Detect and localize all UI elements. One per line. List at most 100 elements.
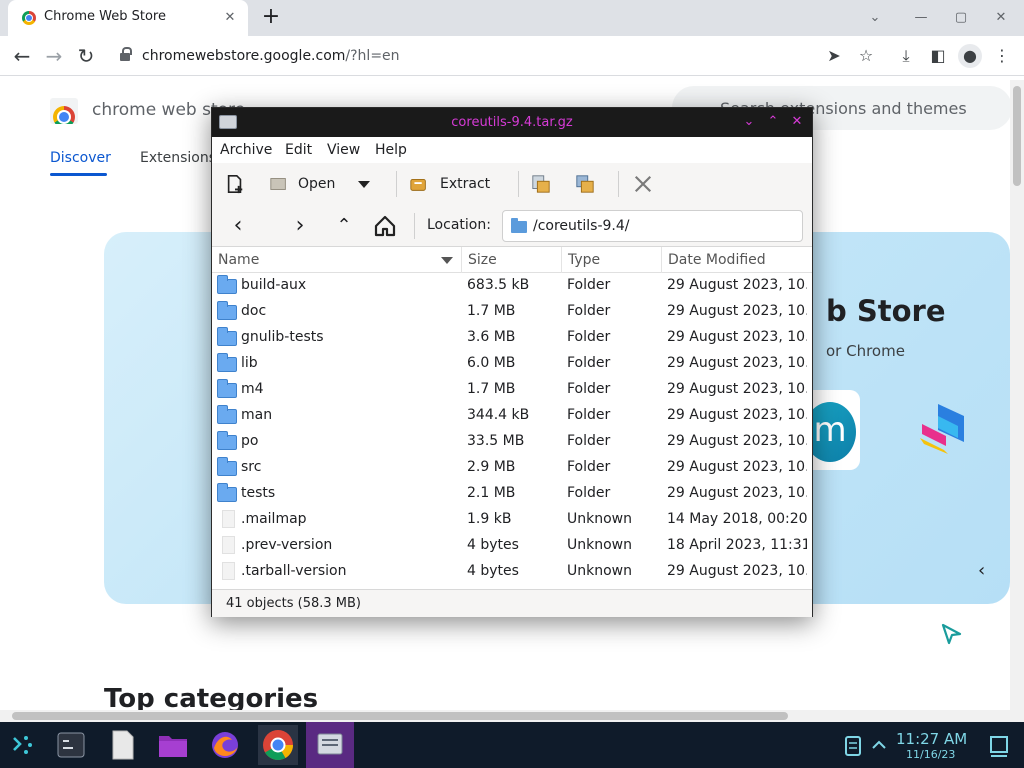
clock-time[interactable]: 11:27 AM	[896, 730, 967, 748]
file-row[interactable]: po 33.5 MB Folder 29 August 2023, 10…	[212, 429, 812, 455]
new-archive-button[interactable]	[224, 170, 246, 198]
files-folder-icon[interactable]	[156, 728, 190, 762]
forward-chevron-icon[interactable]: ›	[286, 213, 314, 239]
location-value: /coreutils-9.4/	[533, 218, 630, 234]
file-icon	[222, 510, 235, 528]
tab-chrome-web-store[interactable]: Chrome Web Store ✕	[8, 0, 248, 36]
tab-search-chevron-icon[interactable]: ⌄	[862, 6, 888, 30]
file-row[interactable]: man 344.4 kB Folder 29 August 2023, 10…	[212, 403, 812, 429]
column-header-type[interactable]: Type	[562, 247, 662, 273]
mouse-cursor-icon	[941, 623, 962, 645]
file-size: 4 bytes	[467, 537, 519, 553]
archive-manager-taskbar-button[interactable]	[306, 722, 354, 768]
folder-icon	[217, 405, 237, 424]
menu-help[interactable]: Help	[375, 142, 407, 158]
open-button[interactable]: Open	[268, 170, 335, 198]
terminal-icon[interactable]	[54, 728, 88, 762]
extract-button[interactable]: Extract	[408, 170, 490, 198]
tab-close-icon[interactable]: ✕	[220, 8, 240, 28]
file-date-modified: 29 August 2023, 10…	[667, 329, 807, 345]
window-close-button[interactable]: ✕	[988, 6, 1014, 30]
forward-arrow-icon[interactable]: →	[40, 42, 68, 70]
window-maximize-button[interactable]: ▢	[948, 6, 974, 30]
archive-maximize-icon[interactable]: ⌃	[764, 113, 782, 131]
text-editor-icon[interactable]	[106, 728, 140, 762]
file-row[interactable]: tests 2.1 MB Folder 29 August 2023, 10…	[212, 481, 812, 507]
file-row[interactable]: .prev-version 4 bytes Unknown 18 April 2023…	[212, 533, 812, 559]
address-bar[interactable]: chromewebstore.google.com/?hl=en	[108, 40, 813, 72]
file-date-modified: 29 August 2023, 10…	[667, 485, 807, 501]
bookmark-star-icon[interactable]: ☆	[854, 44, 878, 68]
file-date-modified: 29 August 2023, 10…	[667, 407, 807, 423]
carousel-prev-button[interactable]: ‹	[978, 560, 985, 581]
file-size: 6.0 MB	[467, 355, 516, 371]
lock-icon[interactable]	[120, 47, 132, 62]
side-panel-icon[interactable]: ◧	[926, 44, 950, 68]
cancel-button[interactable]	[632, 170, 654, 198]
horizontal-scrollbar[interactable]	[0, 710, 1024, 722]
column-date-label: Date Modified	[668, 252, 766, 268]
file-size: 1.7 MB	[467, 303, 516, 319]
file-type: Folder	[567, 407, 611, 423]
file-name: man	[241, 407, 273, 423]
extract-label: Extract	[440, 176, 491, 192]
file-type: Folder	[567, 329, 611, 345]
file-row[interactable]: src 2.9 MB Folder 29 August 2023, 10…	[212, 455, 812, 481]
folder-icon	[217, 457, 237, 476]
chrome-taskbar-button[interactable]	[258, 725, 298, 765]
window-minimize-button[interactable]: —	[908, 6, 934, 30]
column-header-size[interactable]: Size	[462, 247, 562, 273]
location-input[interactable]: /coreutils-9.4/	[502, 210, 803, 242]
open-dropdown-button[interactable]	[358, 170, 370, 198]
add-files-button[interactable]	[530, 170, 552, 198]
menu-archive[interactable]: Archive	[220, 142, 272, 158]
app-launcher-icon[interactable]	[6, 728, 40, 762]
column-header-name[interactable]: Name	[212, 247, 462, 273]
nav-discover-tab[interactable]: Discover	[50, 150, 111, 166]
clock-date[interactable]: 11/16/23	[906, 748, 955, 761]
file-row[interactable]: gnulib-tests 3.6 MB Folder 29 August 2023, …	[212, 325, 812, 351]
add-folder-button[interactable]	[574, 170, 596, 198]
file-size: 2.1 MB	[467, 485, 516, 501]
folder-icon	[217, 483, 237, 502]
file-row[interactable]: .tarball-version 4 bytes Unknown 29 August …	[212, 559, 812, 585]
archive-minimize-icon[interactable]: ⌄	[740, 113, 758, 131]
file-date-modified: 29 August 2023, 10…	[667, 303, 807, 319]
file-date-modified: 29 August 2023, 10…	[667, 277, 807, 293]
archive-close-icon[interactable]: ✕	[788, 113, 806, 131]
hero-subtitle: or Chrome	[826, 342, 905, 360]
download-icon[interactable]: ⤓	[894, 44, 918, 68]
tray-expand-chevron-icon[interactable]	[862, 728, 896, 762]
kebab-menu-icon[interactable]: ⋮	[990, 44, 1014, 68]
archive-title: coreutils-9.4.tar.gz	[451, 115, 573, 130]
file-row[interactable]: build-aux 683.5 kB Folder 29 August 2023, 1…	[212, 273, 812, 299]
profile-avatar-icon[interactable]: ●	[958, 44, 982, 68]
vertical-scrollbar-thumb[interactable]	[1013, 86, 1021, 186]
back-chevron-icon[interactable]: ‹	[224, 213, 252, 239]
file-list[interactable]: build-aux 683.5 kB Folder 29 August 2023, 1…	[212, 273, 812, 589]
file-row[interactable]: .mailmap 1.9 kB Unknown 14 May 2018, 00:20	[212, 507, 812, 533]
location-label: Location:	[427, 217, 491, 233]
share-icon[interactable]: ➤	[822, 44, 846, 68]
file-row[interactable]: doc 1.7 MB Folder 29 August 2023, 10…	[212, 299, 812, 325]
file-type: Unknown	[567, 511, 632, 527]
file-row[interactable]: lib 6.0 MB Folder 29 August 2023, 10…	[212, 351, 812, 377]
firefox-icon[interactable]	[208, 728, 242, 762]
menu-view[interactable]: View	[327, 142, 360, 158]
new-tab-button[interactable]: +	[258, 5, 284, 31]
file-name: build-aux	[241, 277, 307, 293]
nav-extensions-tab[interactable]: Extensions	[140, 150, 216, 166]
tab-title: Chrome Web Store	[44, 9, 166, 24]
archive-titlebar[interactable]: coreutils-9.4.tar.gz ⌄ ⌃ ✕	[212, 108, 812, 137]
menu-edit[interactable]: Edit	[285, 142, 312, 158]
notifications-icon[interactable]	[982, 728, 1016, 762]
file-row[interactable]: m4 1.7 MB Folder 29 August 2023, 10…	[212, 377, 812, 403]
column-header-date-modified[interactable]: Date Modified	[662, 247, 812, 273]
vertical-scrollbar[interactable]	[1010, 80, 1024, 710]
horizontal-scrollbar-thumb[interactable]	[12, 712, 788, 720]
reload-icon[interactable]: ↻	[72, 42, 100, 70]
back-arrow-icon[interactable]: ←	[8, 42, 36, 70]
chrome-web-store-logo-icon[interactable]	[50, 98, 78, 124]
up-chevron-icon[interactable]: ⌃	[330, 213, 358, 239]
home-icon[interactable]	[372, 213, 398, 239]
